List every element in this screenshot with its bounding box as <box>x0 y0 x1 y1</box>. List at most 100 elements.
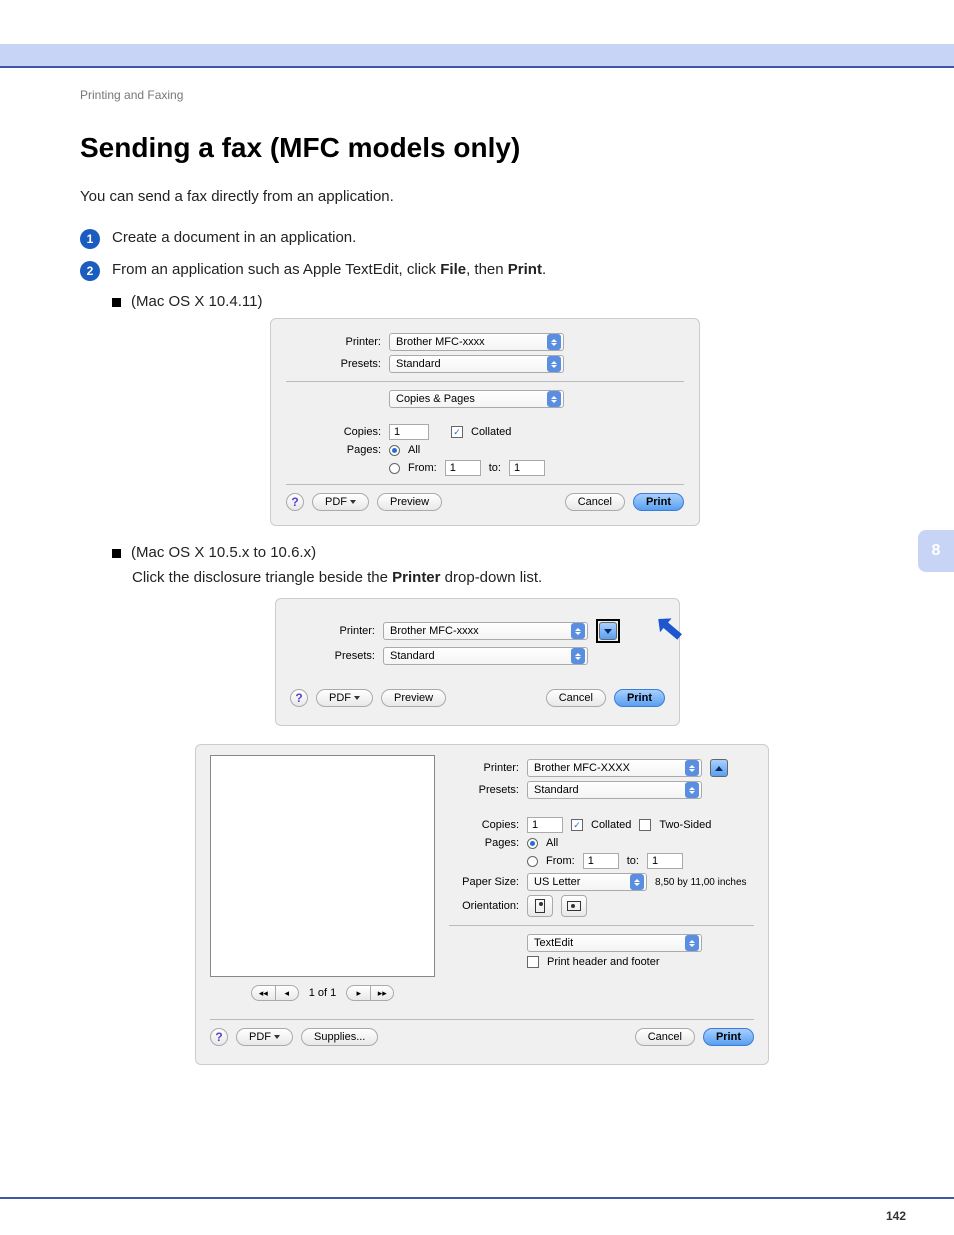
pages-from-radio[interactable] <box>389 463 400 474</box>
twosided-checkbox[interactable] <box>639 819 651 831</box>
presets-label: Presets: <box>290 650 375 662</box>
bullet-os-104-text: (Mac OS X 10.4.11) <box>131 293 262 310</box>
section-select[interactable]: Copies & Pages <box>389 390 564 408</box>
section-value: Copies & Pages <box>396 393 475 405</box>
to-input[interactable]: 1 <box>647 853 683 869</box>
copies-input[interactable]: 1 <box>527 817 563 833</box>
print-dialog-10-4: Printer: Brother MFC-xxxx Presets: Stand… <box>270 318 700 526</box>
papersize-select[interactable]: US Letter <box>527 873 647 891</box>
nav-first-prev: ◂◂ ◂ <box>251 985 299 1001</box>
print-dialog-collapsed: Printer: Brother MFC-xxxx Presets: Stand… <box>275 598 680 726</box>
nav-last-button[interactable]: ▸▸ <box>370 985 394 1001</box>
options-column: Printer: Brother MFC-XXXX Presets: Stand… <box>449 755 754 1005</box>
preview-button[interactable]: Preview <box>377 493 442 511</box>
page-title: Sending a fax (MFC models only) <box>80 132 880 164</box>
divider <box>449 925 754 926</box>
intro-text: You can send a fax directly from an appl… <box>80 188 880 205</box>
collated-checkbox[interactable]: ✓ <box>571 819 583 831</box>
to-input[interactable]: 1 <box>509 460 545 476</box>
printer-label: Printer: <box>449 762 519 774</box>
pdf-button[interactable]: PDF <box>316 689 373 707</box>
to-label: to: <box>489 462 501 474</box>
help-button[interactable]: ? <box>290 689 308 707</box>
headerfooter-label: Print header and footer <box>547 956 660 968</box>
presets-select[interactable]: Standard <box>383 647 588 665</box>
chevron-up-icon <box>715 766 723 771</box>
updown-icon <box>685 782 699 798</box>
presets-label: Presets: <box>449 784 519 796</box>
disclosure-button[interactable] <box>599 622 617 640</box>
pages-all-label: All <box>408 444 420 456</box>
collated-label: Collated <box>471 426 511 438</box>
from-input[interactable]: 1 <box>583 853 619 869</box>
nav-next-button[interactable]: ▸ <box>346 985 370 1001</box>
pages-all-radio[interactable] <box>389 445 400 456</box>
copies-label: Copies: <box>449 819 519 831</box>
step-2: 2 From an application such as Apple Text… <box>80 261 880 281</box>
print-button[interactable]: Print <box>633 493 684 511</box>
presets-select[interactable]: Standard <box>527 781 702 799</box>
pdf-button[interactable]: PDF <box>236 1028 293 1046</box>
nav-next-last: ▸ ▸▸ <box>346 985 394 1001</box>
disclosure-collapse-button[interactable] <box>710 759 728 777</box>
printer-select[interactable]: Brother MFC-XXXX <box>527 759 702 777</box>
help-button[interactable]: ? <box>286 493 304 511</box>
step-2-text: From an application such as Apple TextEd… <box>112 261 546 281</box>
step-2-badge: 2 <box>80 261 100 281</box>
printer-select[interactable]: Brother MFC-xxxx <box>389 333 564 351</box>
help-button[interactable]: ? <box>210 1028 228 1046</box>
print-dialog-expanded: ◂◂ ◂ 1 of 1 ▸ ▸▸ Printer: <box>195 744 769 1065</box>
bullet-icon <box>112 298 121 307</box>
collated-label: Collated <box>591 819 631 831</box>
disclosure-highlight <box>596 619 620 643</box>
collated-checkbox[interactable]: ✓ <box>451 426 463 438</box>
nav-first-button[interactable]: ◂◂ <box>251 985 275 1001</box>
papersize-value: US Letter <box>534 876 580 888</box>
orientation-label: Orientation: <box>449 900 519 912</box>
cancel-button[interactable]: Cancel <box>565 493 625 511</box>
updown-icon <box>547 334 561 350</box>
to-label: to: <box>627 855 639 867</box>
updown-icon <box>571 623 585 639</box>
pages-all-radio[interactable] <box>527 838 538 849</box>
printer-select[interactable]: Brother MFC-xxxx <box>383 622 588 640</box>
twosided-label: Two-Sided <box>659 819 711 831</box>
printer-value: Brother MFC-xxxx <box>396 336 485 348</box>
cancel-button[interactable]: Cancel <box>635 1028 695 1046</box>
printer-value: Brother MFC-xxxx <box>390 625 479 637</box>
bottom-rule <box>0 1197 954 1199</box>
step-2-suffix: . <box>542 261 546 278</box>
orientation-landscape-button[interactable] <box>561 895 587 917</box>
bullet-icon <box>112 549 121 558</box>
from-input[interactable]: 1 <box>445 460 481 476</box>
from-label: From: <box>408 462 437 474</box>
updown-icon <box>547 356 561 372</box>
landscape-icon <box>567 901 581 911</box>
print-button[interactable]: Print <box>614 689 665 707</box>
papersize-dim: 8,50 by 11,00 inches <box>655 877 747 888</box>
presets-select[interactable]: Standard <box>389 355 564 373</box>
preview-button[interactable]: Preview <box>381 689 446 707</box>
orientation-portrait-button[interactable] <box>527 895 553 917</box>
headerfooter-checkbox[interactable] <box>527 956 539 968</box>
step-2-mid: , then <box>466 261 508 278</box>
updown-icon <box>630 874 644 890</box>
bullet-os-104: (Mac OS X 10.4.11) <box>112 293 880 310</box>
section-select[interactable]: TextEdit <box>527 934 702 952</box>
nav-prev-button[interactable]: ◂ <box>275 985 299 1001</box>
page-of-label: 1 of 1 <box>309 987 337 999</box>
printer-value: Brother MFC-XXXX <box>534 762 630 774</box>
print-button[interactable]: Print <box>703 1028 754 1046</box>
printer-label: Printer: <box>286 336 381 348</box>
pages-from-radio[interactable] <box>527 856 538 867</box>
section-value: TextEdit <box>534 937 573 949</box>
pdf-button[interactable]: PDF <box>312 493 369 511</box>
presets-value: Standard <box>396 358 441 370</box>
supplies-button[interactable]: Supplies... <box>301 1028 378 1046</box>
sub-bold: Printer <box>392 569 440 586</box>
papersize-label: Paper Size: <box>449 876 519 888</box>
cancel-button[interactable]: Cancel <box>546 689 606 707</box>
step-2-print: Print <box>508 261 542 278</box>
step-1: 1 Create a document in an application. <box>80 229 880 249</box>
copies-input[interactable]: 1 <box>389 424 429 440</box>
